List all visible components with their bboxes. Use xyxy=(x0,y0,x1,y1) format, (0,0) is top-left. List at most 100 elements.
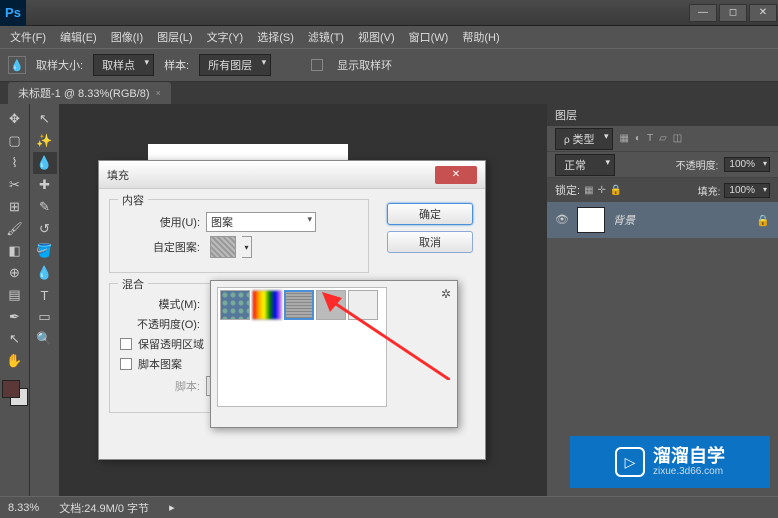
tool-frame[interactable]: ⊞ xyxy=(3,196,27,218)
filter-adjust-icon[interactable]: ◐ xyxy=(635,133,641,144)
layers-panel-tab[interactable]: 图层 xyxy=(547,104,778,126)
lock-pixels-icon[interactable]: ▦ xyxy=(584,185,593,196)
menu-layer[interactable]: 图层(L) xyxy=(151,27,198,47)
fill-label: 填充: xyxy=(698,183,721,198)
layer-thumbnail[interactable] xyxy=(577,207,605,233)
document-tab[interactable]: 未标题-1 @ 8.33%(RGB/8) × xyxy=(8,82,171,104)
tool-stamp[interactable]: ⊕ xyxy=(3,262,27,284)
document-info[interactable]: 文档:24.9M/0 字节 xyxy=(59,500,149,516)
pattern-swatch-5[interactable] xyxy=(348,290,378,320)
sample-size-select[interactable]: 取样点 xyxy=(93,54,154,76)
tool-history[interactable]: ↺ xyxy=(33,218,57,240)
use-select[interactable]: 图案 xyxy=(206,212,316,232)
filter-shape-icon[interactable]: ▱ xyxy=(659,133,667,144)
dialog-close-button[interactable]: ✕ xyxy=(435,166,477,184)
tool-marquee[interactable]: ▢ xyxy=(3,130,27,152)
doc-info-arrow[interactable]: ▸ xyxy=(169,501,175,514)
visibility-icon[interactable]: 👁 xyxy=(555,213,569,227)
menu-type[interactable]: 文字(Y) xyxy=(201,27,250,47)
dialog-title: 填充 xyxy=(107,167,129,183)
content-fieldset: 内容 使用(U): 图案 自定图案: ▾ xyxy=(109,199,369,273)
preserve-checkbox[interactable] xyxy=(120,338,132,350)
blend-mode-select[interactable]: 正常 xyxy=(555,154,615,176)
sample-label: 样本: xyxy=(164,57,189,73)
pattern-swatch-2[interactable] xyxy=(252,290,282,320)
dialog-title-bar[interactable]: 填充 ✕ xyxy=(99,161,485,189)
preserve-label: 保留透明区域 xyxy=(138,336,204,352)
tool-preset-icon[interactable]: 💧 xyxy=(8,56,26,74)
lock-position-icon[interactable]: ✛ xyxy=(598,185,606,196)
tool-move[interactable]: ✥ xyxy=(3,108,27,130)
color-swatches[interactable] xyxy=(2,380,28,406)
pattern-dropdown-button[interactable]: ▾ xyxy=(242,236,252,258)
menu-file[interactable]: 文件(F) xyxy=(4,27,52,47)
maximize-button[interactable]: ◻ xyxy=(719,4,747,22)
tool-healing[interactable]: ✚ xyxy=(33,174,57,196)
options-bar: 💧 取样大小: 取样点 样本: 所有图层 显示取样环 xyxy=(0,48,778,82)
window-controls: — ◻ ✕ xyxy=(688,4,778,22)
tool-hand[interactable]: ✋ xyxy=(3,350,27,372)
fg-color[interactable] xyxy=(2,380,20,398)
tool-lasso[interactable]: ⌇ xyxy=(3,152,27,174)
tool-shape[interactable]: ▭ xyxy=(33,306,57,328)
pattern-preview[interactable] xyxy=(210,236,236,258)
menu-image[interactable]: 图像(I) xyxy=(105,27,149,47)
filter-type-icon[interactable]: T xyxy=(647,133,653,144)
ok-button[interactable]: 确定 xyxy=(387,203,473,225)
tool-zoom[interactable]: 🔍 xyxy=(33,328,57,350)
pattern-swatch-3-selected[interactable] xyxy=(284,290,314,320)
lock-label: 锁定: xyxy=(555,182,580,198)
filter-pixel-icon[interactable]: ▦ xyxy=(619,133,628,144)
tool-arrow[interactable]: ↖ xyxy=(33,108,57,130)
menu-bar: 文件(F) 编辑(E) 图像(I) 图层(L) 文字(Y) 选择(S) 滤镜(T… xyxy=(0,26,778,48)
tool-type[interactable]: T xyxy=(33,284,57,306)
show-ring-checkbox[interactable] xyxy=(311,59,323,71)
minimize-button[interactable]: — xyxy=(689,4,717,22)
cancel-button[interactable]: 取消 xyxy=(387,231,473,253)
sample-select[interactable]: 所有图层 xyxy=(199,54,271,76)
pattern-swatch-1[interactable] xyxy=(220,290,250,320)
sample-size-label: 取样大小: xyxy=(36,57,83,73)
close-button[interactable]: ✕ xyxy=(749,4,777,22)
tools-column: ↖ ✨ 💧 ✚ ✎ ↺ 🪣 💧 T ▭ 🔍 xyxy=(30,104,60,496)
custom-pattern-label: 自定图案: xyxy=(120,239,200,255)
menu-filter[interactable]: 滤镜(T) xyxy=(302,27,350,47)
pattern-swatch-4[interactable] xyxy=(316,290,346,320)
status-bar: 8.33% 文档:24.9M/0 字节 ▸ xyxy=(0,496,778,518)
script-pattern-label: 脚本图案 xyxy=(138,356,182,372)
menu-window[interactable]: 窗口(W) xyxy=(403,27,455,47)
tool-blur[interactable]: 💧 xyxy=(33,262,57,284)
lock-row: 锁定: ▦ ✛ 🔒 填充: 100% xyxy=(547,178,778,202)
tool-brush[interactable]: 🖌 xyxy=(3,218,27,240)
menu-edit[interactable]: 编辑(E) xyxy=(54,27,103,47)
opacity-label: 不透明度: xyxy=(676,157,719,172)
blend-row: 正常 不透明度: 100% xyxy=(547,152,778,178)
menu-select[interactable]: 选择(S) xyxy=(251,27,300,47)
menu-help[interactable]: 帮助(H) xyxy=(456,27,505,47)
tool-wand[interactable]: ✨ xyxy=(33,130,57,152)
filter-smart-icon[interactable]: ◫ xyxy=(673,133,682,144)
tool-pen[interactable]: ✒ xyxy=(3,306,27,328)
tools-extra-column: ✥ ▢ ⌇ ✂ ⊞ 🖌 ◧ ⊕ ▤ ✒ ↖ ✋ xyxy=(0,104,30,496)
tool-eraser[interactable]: ◧ xyxy=(3,240,27,262)
fill-value[interactable]: 100% xyxy=(724,183,770,198)
popup-settings-icon[interactable]: ✲ xyxy=(441,287,451,301)
script-pattern-checkbox[interactable] xyxy=(120,358,132,370)
menu-view[interactable]: 视图(V) xyxy=(352,27,401,47)
tool-eyedropper[interactable]: 💧 xyxy=(33,152,57,174)
filter-type-select[interactable]: ρ 类型 xyxy=(555,128,613,150)
tool-crop[interactable]: ✂ xyxy=(3,174,27,196)
blend-legend: 混合 xyxy=(118,276,148,292)
layer-row-background[interactable]: 👁 背景 🔒 xyxy=(547,202,778,238)
zoom-level[interactable]: 8.33% xyxy=(8,502,39,514)
tool-gradient[interactable]: ▤ xyxy=(3,284,27,306)
tool-pencil[interactable]: ✎ xyxy=(33,196,57,218)
tab-close-icon[interactable]: × xyxy=(156,88,161,98)
mode-label: 模式(M): xyxy=(120,296,200,312)
tool-bucket[interactable]: 🪣 xyxy=(33,240,57,262)
title-bar: Ps — ◻ ✕ xyxy=(0,0,778,26)
opacity-value[interactable]: 100% xyxy=(724,157,770,172)
tool-path[interactable]: ↖ xyxy=(3,328,27,350)
layer-filter-row: ρ 类型 ▦ ◐ T ▱ ◫ xyxy=(547,126,778,152)
lock-all-icon[interactable]: 🔒 xyxy=(610,185,622,196)
